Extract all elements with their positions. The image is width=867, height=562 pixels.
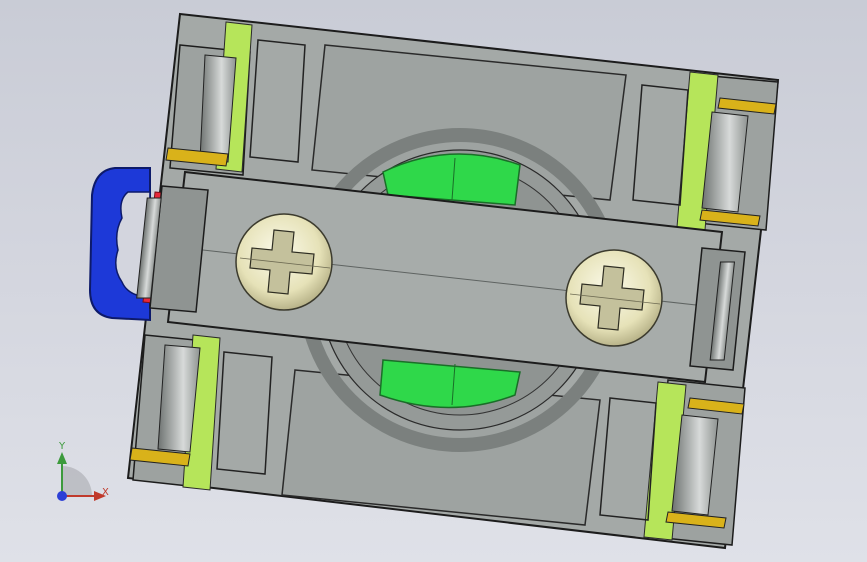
z-axis-dot-icon bbox=[57, 491, 67, 501]
screw-right bbox=[565, 249, 663, 347]
screw-left bbox=[235, 213, 333, 311]
y-axis-arrow-icon bbox=[57, 452, 67, 464]
screw-phillips-icon bbox=[235, 213, 333, 311]
y-axis-label: Y bbox=[59, 441, 66, 452]
x-axis-label: X bbox=[102, 487, 109, 498]
axis-triad-icon bbox=[57, 452, 106, 501]
cad-model-viewport[interactable] bbox=[0, 0, 867, 562]
screw-phillips-icon bbox=[565, 249, 663, 347]
axis-triad: Y X bbox=[44, 438, 124, 518]
